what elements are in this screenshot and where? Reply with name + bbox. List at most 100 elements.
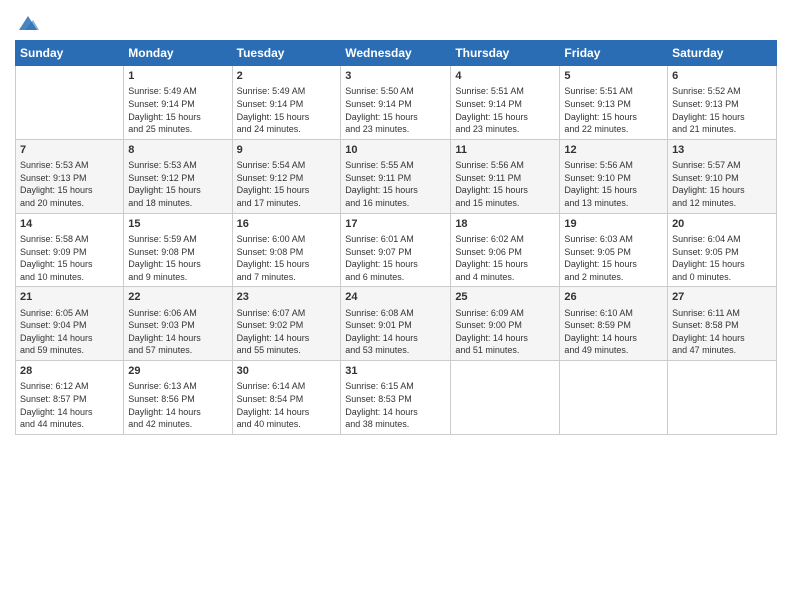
day-number: 30 xyxy=(237,364,337,379)
calendar-week-row: 7Sunrise: 5:53 AM Sunset: 9:13 PM Daylig… xyxy=(16,139,777,213)
cell-content: Sunrise: 6:00 AM Sunset: 9:08 PM Dayligh… xyxy=(237,233,337,283)
cell-content: Sunrise: 5:53 AM Sunset: 9:13 PM Dayligh… xyxy=(20,159,119,209)
calendar-cell: 8Sunrise: 5:53 AM Sunset: 9:12 PM Daylig… xyxy=(124,139,232,213)
calendar-cell: 7Sunrise: 5:53 AM Sunset: 9:13 PM Daylig… xyxy=(16,139,124,213)
calendar-cell: 25 Sunrise: 6:09 AM Sunset: 9:00 PM Dayli… xyxy=(451,287,560,361)
cell-content: Sunrise: 6:10 AM Sunset: 8:59 PM Dayligh… xyxy=(564,307,663,357)
day-number: 9 xyxy=(237,143,337,158)
cell-content: Sunrise: 6:08 AM Sunset: 9:01 PM Dayligh… xyxy=(345,307,446,357)
calendar-header-wednesday: Wednesday xyxy=(341,41,451,66)
calendar-cell: 22Sunrise: 6:06 AM Sunset: 9:03 PM Dayli… xyxy=(124,287,232,361)
calendar-header-row: SundayMondayTuesdayWednesdayThursdayFrid… xyxy=(16,41,777,66)
cell-content: Sunrise: 5:58 AM Sunset: 9:09 PM Dayligh… xyxy=(20,233,119,283)
cell-content: Sunrise: 6:01 AM Sunset: 9:07 PM Dayligh… xyxy=(345,233,446,283)
day-number: 2 xyxy=(237,69,337,84)
cell-content: Sunrise: 5:56 AM Sunset: 9:10 PM Dayligh… xyxy=(564,159,663,209)
calendar-cell: 10Sunrise: 5:55 AM Sunset: 9:11 PM Dayli… xyxy=(341,139,451,213)
calendar-header-monday: Monday xyxy=(124,41,232,66)
cell-content: Sunrise: 6:03 AM Sunset: 9:05 PM Dayligh… xyxy=(564,233,663,283)
calendar-cell: 1Sunrise: 5:49 AM Sunset: 9:14 PM Daylig… xyxy=(124,66,232,140)
day-number: 10 xyxy=(345,143,446,158)
calendar-cell: 19Sunrise: 6:03 AM Sunset: 9:05 PM Dayli… xyxy=(560,213,668,287)
calendar-cell: 31Sunrise: 6:15 AM Sunset: 8:53 PM Dayli… xyxy=(341,361,451,435)
day-number: 23 xyxy=(237,290,337,305)
logo xyxy=(15,14,39,34)
calendar-cell: 29Sunrise: 6:13 AM Sunset: 8:56 PM Dayli… xyxy=(124,361,232,435)
logo-text xyxy=(15,14,39,34)
calendar-cell: 2Sunrise: 5:49 AM Sunset: 9:14 PM Daylig… xyxy=(232,66,341,140)
calendar-header-friday: Friday xyxy=(560,41,668,66)
cell-content: Sunrise: 6:14 AM Sunset: 8:54 PM Dayligh… xyxy=(237,380,337,430)
cell-content: Sunrise: 5:53 AM Sunset: 9:12 PM Dayligh… xyxy=(128,159,227,209)
calendar-cell: 20Sunrise: 6:04 AM Sunset: 9:05 PM Dayli… xyxy=(668,213,777,287)
cell-content: Sunrise: 5:59 AM Sunset: 9:08 PM Dayligh… xyxy=(128,233,227,283)
calendar-cell: 4Sunrise: 5:51 AM Sunset: 9:14 PM Daylig… xyxy=(451,66,560,140)
cell-content: Sunrise: 6:07 AM Sunset: 9:02 PM Dayligh… xyxy=(237,307,337,357)
cell-content: Sunrise: 6:09 AM Sunset: 9:00 PM Dayligh… xyxy=(455,307,555,357)
cell-content: Sunrise: 6:05 AM Sunset: 9:04 PM Dayligh… xyxy=(20,307,119,357)
cell-content: Sunrise: 5:52 AM Sunset: 9:13 PM Dayligh… xyxy=(672,85,772,135)
day-number: 27 xyxy=(672,290,772,305)
cell-content: Sunrise: 5:49 AM Sunset: 9:14 PM Dayligh… xyxy=(128,85,227,135)
cell-content: Sunrise: 5:49 AM Sunset: 9:14 PM Dayligh… xyxy=(237,85,337,135)
calendar-cell xyxy=(560,361,668,435)
cell-content: Sunrise: 5:51 AM Sunset: 9:13 PM Dayligh… xyxy=(564,85,663,135)
calendar-cell xyxy=(668,361,777,435)
calendar-cell: 9Sunrise: 5:54 AM Sunset: 9:12 PM Daylig… xyxy=(232,139,341,213)
calendar-header-tuesday: Tuesday xyxy=(232,41,341,66)
day-number: 20 xyxy=(672,217,772,232)
day-number: 13 xyxy=(672,143,772,158)
calendar-cell: 30Sunrise: 6:14 AM Sunset: 8:54 PM Dayli… xyxy=(232,361,341,435)
calendar-cell: 6Sunrise: 5:52 AM Sunset: 9:13 PM Daylig… xyxy=(668,66,777,140)
day-number: 17 xyxy=(345,217,446,232)
day-number: 15 xyxy=(128,217,227,232)
day-number: 7 xyxy=(20,143,119,158)
day-number: 26 xyxy=(564,290,663,305)
calendar-cell: 5Sunrise: 5:51 AM Sunset: 9:13 PM Daylig… xyxy=(560,66,668,140)
calendar-week-row: 1Sunrise: 5:49 AM Sunset: 9:14 PM Daylig… xyxy=(16,66,777,140)
calendar-cell xyxy=(451,361,560,435)
cell-content: Sunrise: 6:13 AM Sunset: 8:56 PM Dayligh… xyxy=(128,380,227,430)
day-number: 12 xyxy=(564,143,663,158)
calendar-header-saturday: Saturday xyxy=(668,41,777,66)
day-number: 25 xyxy=(455,290,555,305)
cell-content: Sunrise: 5:51 AM Sunset: 9:14 PM Dayligh… xyxy=(455,85,555,135)
cell-content: Sunrise: 5:57 AM Sunset: 9:10 PM Dayligh… xyxy=(672,159,772,209)
calendar-cell xyxy=(16,66,124,140)
day-number: 24 xyxy=(345,290,446,305)
day-number: 6 xyxy=(672,69,772,84)
calendar-cell: 21Sunrise: 6:05 AM Sunset: 9:04 PM Dayli… xyxy=(16,287,124,361)
day-number: 5 xyxy=(564,69,663,84)
calendar-cell: 27 Sunrise: 6:11 AM Sunset: 8:58 PM Dayli… xyxy=(668,287,777,361)
calendar-week-row: 14Sunrise: 5:58 AM Sunset: 9:09 PM Dayli… xyxy=(16,213,777,287)
day-number: 29 xyxy=(128,364,227,379)
cell-content: Sunrise: 6:02 AM Sunset: 9:06 PM Dayligh… xyxy=(455,233,555,283)
page: SundayMondayTuesdayWednesdayThursdayFrid… xyxy=(0,0,792,612)
logo-icon xyxy=(17,12,39,34)
calendar-header-sunday: Sunday xyxy=(16,41,124,66)
day-number: 11 xyxy=(455,143,555,158)
calendar-cell: 11Sunrise: 5:56 AM Sunset: 9:11 PM Dayli… xyxy=(451,139,560,213)
day-number: 19 xyxy=(564,217,663,232)
day-number: 31 xyxy=(345,364,446,379)
calendar-week-row: 28Sunrise: 6:12 AM Sunset: 8:57 PM Dayli… xyxy=(16,361,777,435)
calendar-cell: 17Sunrise: 6:01 AM Sunset: 9:07 PM Dayli… xyxy=(341,213,451,287)
day-number: 4 xyxy=(455,69,555,84)
cell-content: Sunrise: 6:04 AM Sunset: 9:05 PM Dayligh… xyxy=(672,233,772,283)
calendar-header-thursday: Thursday xyxy=(451,41,560,66)
calendar-cell: 26 Sunrise: 6:10 AM Sunset: 8:59 PM Dayli… xyxy=(560,287,668,361)
cell-content: Sunrise: 6:15 AM Sunset: 8:53 PM Dayligh… xyxy=(345,380,446,430)
day-number: 1 xyxy=(128,69,227,84)
calendar-cell: 15Sunrise: 5:59 AM Sunset: 9:08 PM Dayli… xyxy=(124,213,232,287)
day-number: 28 xyxy=(20,364,119,379)
calendar-table: SundayMondayTuesdayWednesdayThursdayFrid… xyxy=(15,40,777,435)
calendar-week-row: 21Sunrise: 6:05 AM Sunset: 9:04 PM Dayli… xyxy=(16,287,777,361)
cell-content: Sunrise: 5:55 AM Sunset: 9:11 PM Dayligh… xyxy=(345,159,446,209)
cell-content: Sunrise: 6:06 AM Sunset: 9:03 PM Dayligh… xyxy=(128,307,227,357)
day-number: 14 xyxy=(20,217,119,232)
day-number: 16 xyxy=(237,217,337,232)
calendar-cell: 14Sunrise: 5:58 AM Sunset: 9:09 PM Dayli… xyxy=(16,213,124,287)
calendar-cell: 24 Sunrise: 6:08 AM Sunset: 9:01 PM Dayli… xyxy=(341,287,451,361)
cell-content: Sunrise: 5:54 AM Sunset: 9:12 PM Dayligh… xyxy=(237,159,337,209)
cell-content: Sunrise: 6:11 AM Sunset: 8:58 PM Dayligh… xyxy=(672,307,772,357)
